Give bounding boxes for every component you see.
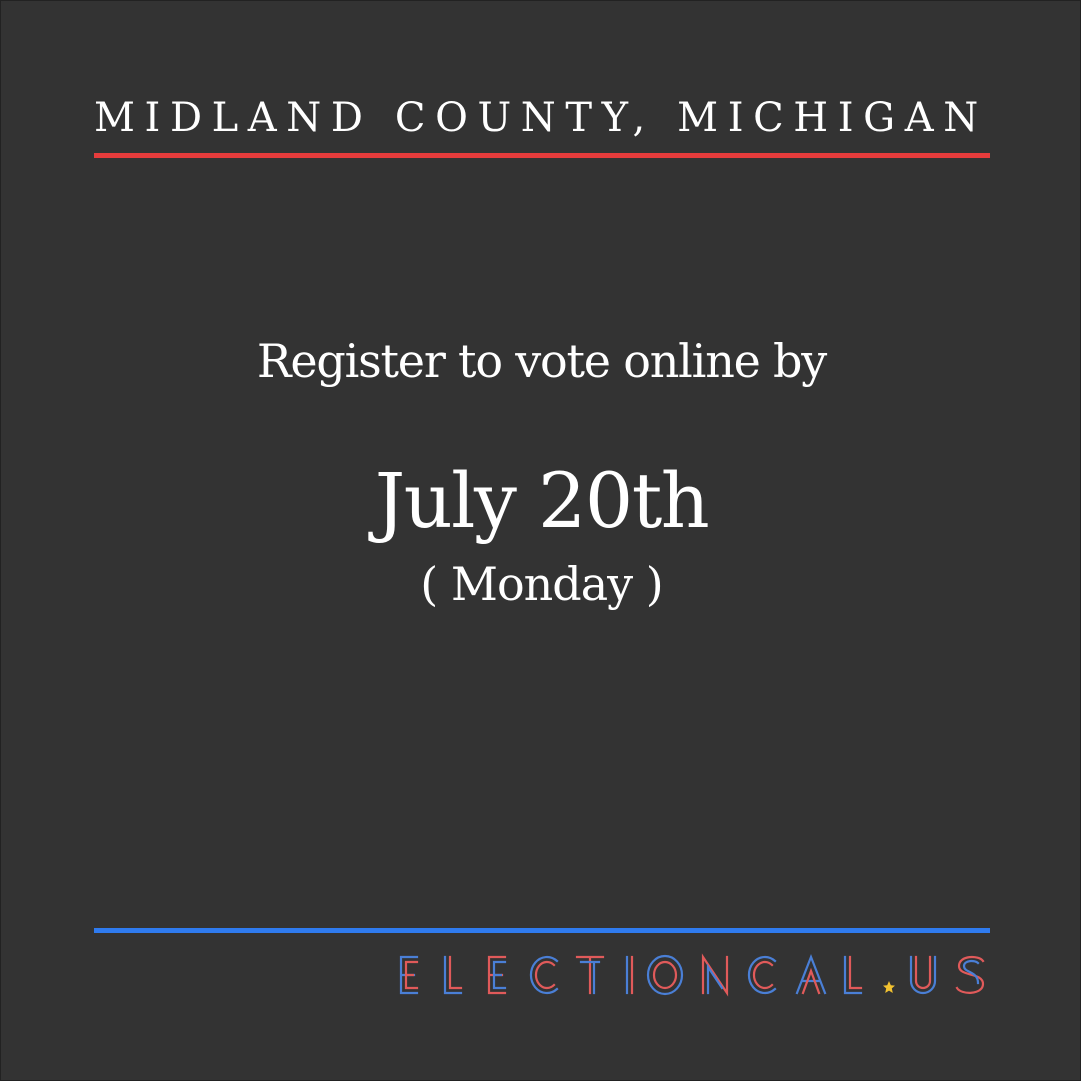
logo-letter-c1 xyxy=(529,955,559,995)
logo-letter-e1 xyxy=(399,955,419,995)
logo-letter-o xyxy=(646,954,684,996)
deadline-date: July 20th xyxy=(374,456,710,545)
star-icon xyxy=(883,981,895,993)
blue-divider xyxy=(94,928,990,933)
deadline-weekday: ( Monday ) xyxy=(420,557,663,611)
logo-letter-t xyxy=(575,955,605,995)
election-reminder-card: MIDLAND COUNTY, MICHIGAN Register to vot… xyxy=(0,0,1081,1081)
logo-letter-l2 xyxy=(843,955,863,995)
logo-letter-s xyxy=(955,955,985,994)
electioncal-logo xyxy=(399,953,985,997)
logo-letter-i xyxy=(625,955,634,995)
red-divider xyxy=(94,153,990,158)
county-title: MIDLAND COUNTY, MICHIGAN xyxy=(94,95,988,141)
deadline-intro: Register to vote online by xyxy=(256,334,827,388)
logo-letter-u xyxy=(909,955,937,995)
logo-letter-n xyxy=(701,953,729,997)
logo-letter-e2 xyxy=(487,955,507,995)
logo-letter-c2 xyxy=(747,955,777,995)
logo-letter-l1 xyxy=(443,955,463,995)
logo-letter-a xyxy=(795,953,827,995)
